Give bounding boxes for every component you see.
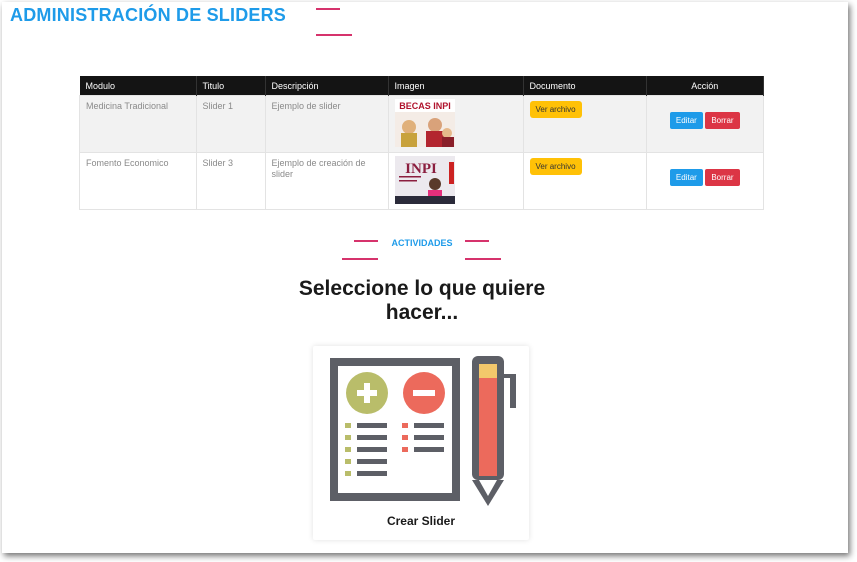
cell-descripcion: Ejemplo de slider [264,95,389,153]
cell-modulo: Fomento Economico [79,152,197,210]
sliders-table: Modulo Titulo Descripción Imagen Documen… [79,76,764,210]
cell-documento: Ver archivo [522,152,647,210]
cell-titulo: Slider 3 [195,152,266,210]
cell-imagen: INPI [387,152,524,210]
activities-divider [465,240,489,242]
checklist-pen-icon [330,356,516,506]
col-header-titulo: Titulo [196,76,266,96]
view-file-button[interactable]: Ver archivo [529,158,582,175]
table-header-row: Modulo Titulo Descripción Imagen Documen… [79,76,764,96]
page-title: ADMINISTRACIÓN DE SLIDERS [10,5,287,25]
title-divider [316,34,352,36]
create-slider-card[interactable]: Crear Slider [313,346,529,540]
cell-documento: Ver archivo [522,95,647,153]
slider-thumbnail-inpi: INPI [394,156,455,204]
delete-button[interactable]: Borrar [705,112,740,129]
activities-prompt: Seleccione lo que quiere hacer... [298,277,546,324]
col-header-imagen: Imagen [388,76,524,96]
edit-button[interactable]: Editar [669,169,703,186]
delete-button[interactable]: Borrar [705,169,740,186]
cell-modulo: Medicina Tradicional [79,95,197,153]
col-header-documento: Documento [523,76,647,96]
view-file-button[interactable]: Ver archivo [529,101,582,118]
thumbnail-caption: BECAS INPI [399,101,451,111]
title-divider [316,8,340,10]
table-row: Fomento Economico Slider 3 Ejemplo de cr… [79,152,764,210]
col-header-accion: Acción [646,76,764,96]
create-slider-label: Crear Slider [386,514,456,528]
thumbnail-caption: INPI [405,161,437,177]
cell-accion: Editar Borrar [645,152,764,210]
table-row: Medicina Tradicional Slider 1 Ejemplo de… [79,95,764,153]
cell-imagen: BECAS INPI [387,95,524,153]
edit-button[interactable]: Editar [669,112,703,129]
col-header-modulo: Modulo [79,76,197,96]
col-header-descripcion: Descripción [265,76,389,96]
activities-divider [354,240,378,242]
activities-label: ACTIVIDADES [391,238,453,248]
activities-divider [465,258,501,260]
activities-divider [342,258,378,260]
cell-titulo: Slider 1 [195,95,266,153]
slider-thumbnail-becas: BECAS INPI [394,99,455,147]
cell-descripcion: Ejemplo de creación de slider [264,152,389,210]
cell-accion: Editar Borrar [645,95,764,153]
